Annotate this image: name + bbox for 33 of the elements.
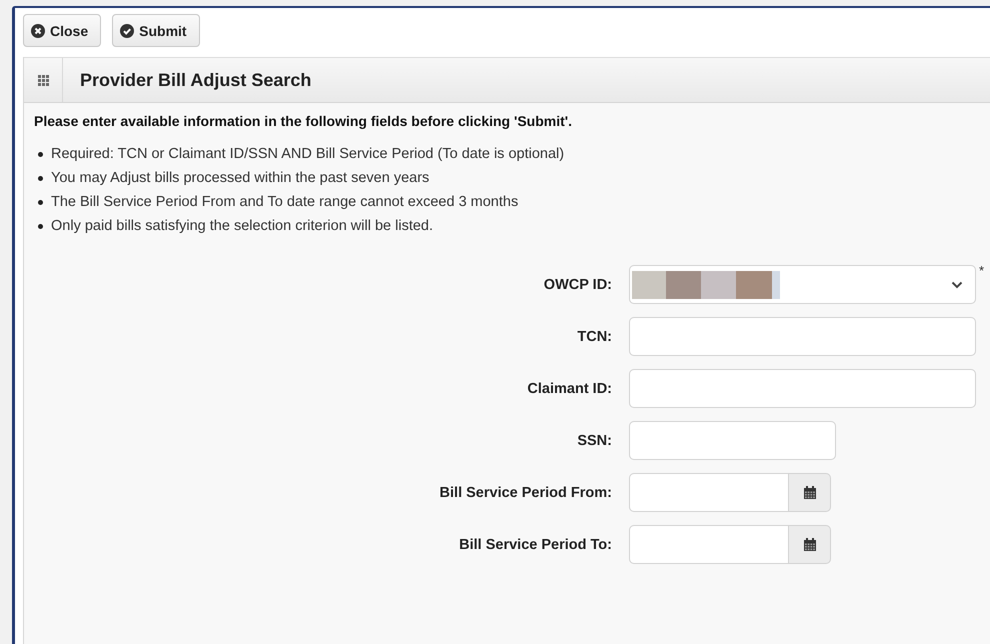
grid-menu-icon[interactable] [38,74,48,86]
chevron-down-icon [951,280,963,288]
field-label: Bill Service Period From: [438,484,612,500]
close-icon [31,24,45,38]
date-field[interactable] [629,473,789,512]
note-text: Only paid bills satisfying the selection criterion will be listed. [51,217,434,235]
dropdown-field[interactable] [629,265,976,304]
bullet-icon [38,224,43,228]
calendar-icon [804,486,816,499]
input-field[interactable] [629,317,976,356]
field-label: TCN: [576,328,612,344]
submit-button[interactable]: Submit [112,14,200,47]
field-label: SSN: [576,432,612,448]
panel-title: Provider Bill Adjust Search [79,70,312,90]
field-label: OWCP ID: [542,276,612,292]
input-field[interactable] [629,421,836,460]
bullet-icon [38,152,43,156]
note-text: Required: TCN or Claimant ID/SSN AND Bill Service Period (To date is optional) [51,145,564,163]
note-text: You may Adjust bills processed within the past seven years [51,169,430,187]
instruction-text: Please enter available information in the following fields before clicking 'Submit'. [34,113,573,129]
calendar-button[interactable] [789,525,831,564]
field-label: Claimant ID: [526,380,612,396]
field-label: Bill Service Period To: [458,536,612,552]
close-button[interactable]: Close [23,14,102,47]
calendar-button[interactable] [789,473,831,512]
note-text: The Bill Service Period From and To date range cannot exceed 3 months [51,193,518,211]
check-icon [120,24,134,38]
calendar-icon [804,538,816,551]
date-field[interactable] [629,525,789,564]
input-field[interactable] [629,369,976,408]
required-marker: * [979,265,984,277]
bullet-icon [38,176,43,180]
bullet-icon [38,200,43,204]
